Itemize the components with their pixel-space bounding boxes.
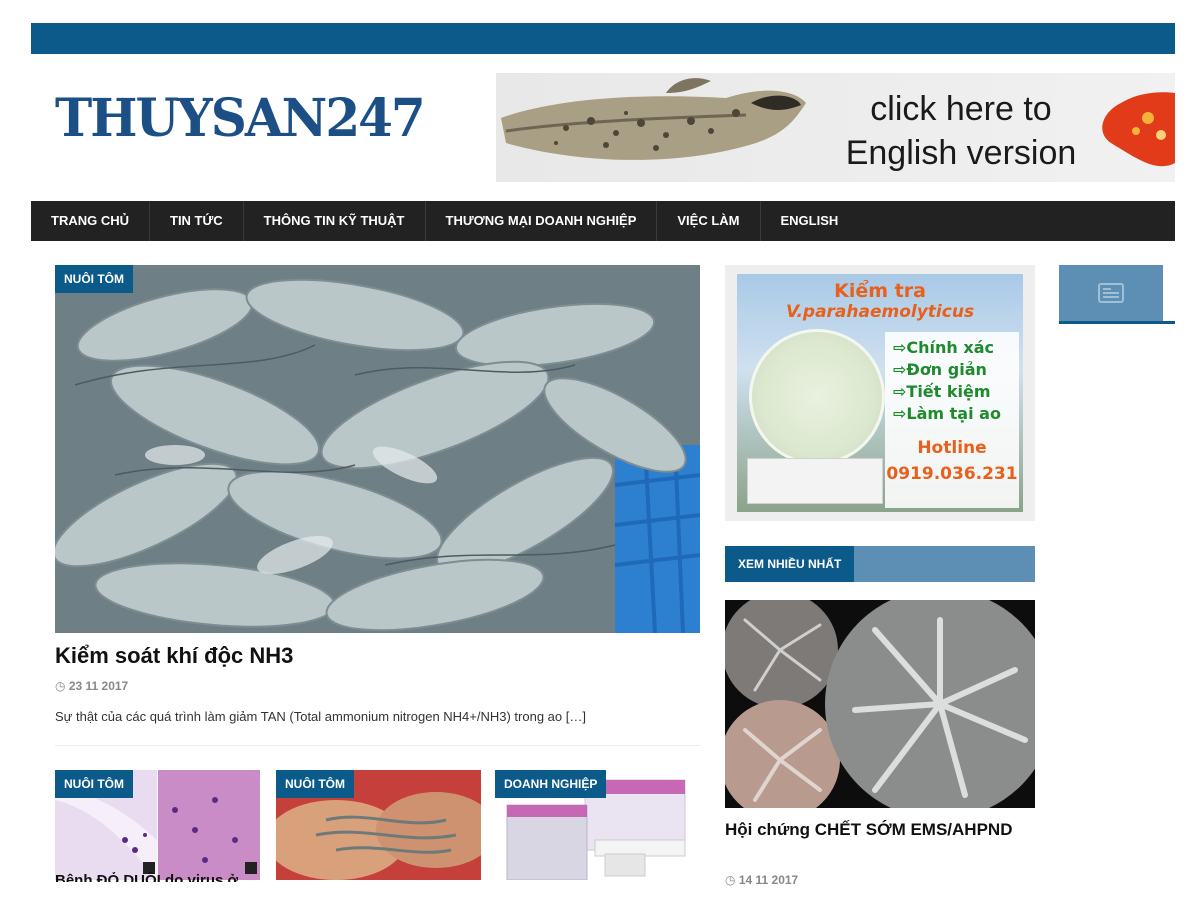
popular-post-image[interactable] bbox=[725, 600, 1035, 808]
petri-dish-image bbox=[749, 329, 885, 465]
nav-item-technical[interactable]: THÔNG TIN KỸ THUẬT bbox=[244, 201, 426, 241]
tab-recent-posts[interactable] bbox=[1059, 265, 1163, 321]
petri-dish-label bbox=[747, 458, 883, 504]
featured-date: ◷ 23 11 2017 bbox=[55, 679, 128, 693]
banner-line1: click here to bbox=[870, 90, 1052, 128]
grid-post-2-image[interactable]: NUÔI TÔM bbox=[276, 770, 481, 880]
tabbed-widget bbox=[1059, 265, 1175, 324]
grid-post-2-category[interactable]: NUÔI TÔM bbox=[276, 770, 354, 798]
popular-heading: XEM NHIỀU NHẤT bbox=[725, 546, 855, 582]
featured-category-badge[interactable]: NUÔI TÔM bbox=[55, 265, 133, 293]
banner-line2: English version bbox=[845, 134, 1077, 172]
tab-other[interactable] bbox=[1163, 265, 1175, 321]
ad-benefits-panel: ⇨Chính xác ⇨Đơn giản ⇨Tiết kiệm ⇨Làm tại… bbox=[885, 332, 1019, 508]
ad-bullet-4: ⇨Làm tại ao bbox=[893, 404, 1001, 423]
nav-item-business[interactable]: THƯƠNG MẠI DOANH NGHIỆP bbox=[426, 201, 658, 241]
featured-date-text: 23 11 2017 bbox=[68, 679, 129, 693]
top-bar bbox=[31, 23, 1175, 54]
newspaper-icon bbox=[1098, 283, 1124, 303]
main-navigation: TRANG CHỦ TIN TỨC THÔNG TIN KỸ THUẬT THƯ… bbox=[31, 201, 1175, 241]
site-logo[interactable]: THUYSAN247 bbox=[55, 87, 426, 149]
featured-title[interactable]: Kiểm soát khí độc NH3 bbox=[55, 643, 293, 669]
ad-hotline-number: 0919.036.231 bbox=[886, 464, 1018, 484]
shrimp-photo bbox=[55, 265, 700, 633]
clock-icon: ◷ bbox=[725, 873, 736, 887]
nav-item-english[interactable]: ENGLISH bbox=[761, 201, 859, 241]
popular-post-title[interactable]: Hội chứng CHẾT SỚM EMS/AHPND bbox=[725, 818, 1035, 842]
ad-bullet-3: ⇨Tiết kiệm bbox=[893, 382, 991, 401]
nav-item-news[interactable]: TIN TỨC bbox=[150, 201, 244, 241]
grid-post-3-category[interactable]: DOANH NGHIỆP bbox=[495, 770, 607, 798]
grid-post-3-image[interactable]: DOANH NGHIỆP bbox=[495, 770, 700, 880]
grid-post-1-category[interactable]: NUÔI TÔM bbox=[55, 770, 133, 798]
ad-bullet-2: ⇨Đơn giản bbox=[893, 360, 987, 379]
featured-image[interactable]: NUÔI TÔM bbox=[55, 265, 700, 633]
divider bbox=[55, 745, 700, 746]
english-version-banner[interactable]: click here to English version bbox=[496, 73, 1175, 182]
nav-item-home[interactable]: TRANG CHỦ bbox=[31, 201, 150, 241]
microscope-photo bbox=[725, 600, 1035, 808]
featured-excerpt: Sự thật của các quá trình làm giảm TAN (… bbox=[55, 709, 586, 724]
popular-post-date: ◷ 14 11 2017 bbox=[725, 873, 798, 887]
ad-bullet-1: ⇨Chính xác bbox=[893, 338, 994, 357]
ad-hotline-label: Hotline bbox=[917, 438, 987, 458]
ad-title: Kiểm tra bbox=[834, 280, 926, 302]
grid-post-1-image[interactable]: NUÔI TÔM bbox=[55, 770, 260, 880]
ad-subtitle: V.parahaemolyticus bbox=[785, 302, 975, 322]
clock-icon: ◷ bbox=[55, 679, 66, 693]
ad-widget[interactable]: Kiểm tra V.parahaemolyticus ⇨Chính xác ⇨… bbox=[725, 265, 1035, 521]
ad-vibrio-test[interactable]: Kiểm tra V.parahaemolyticus ⇨Chính xác ⇨… bbox=[737, 274, 1023, 512]
nav-item-jobs[interactable]: VIỆC LÀM bbox=[657, 201, 761, 241]
popular-widget-header: XEM NHIỀU NHẤT bbox=[725, 546, 1035, 582]
grid-post-1-title[interactable]: Bệnh ĐỎ DUÔI do virus ở bbox=[55, 872, 238, 882]
popular-post-date-text: 14 11 2017 bbox=[738, 873, 799, 887]
